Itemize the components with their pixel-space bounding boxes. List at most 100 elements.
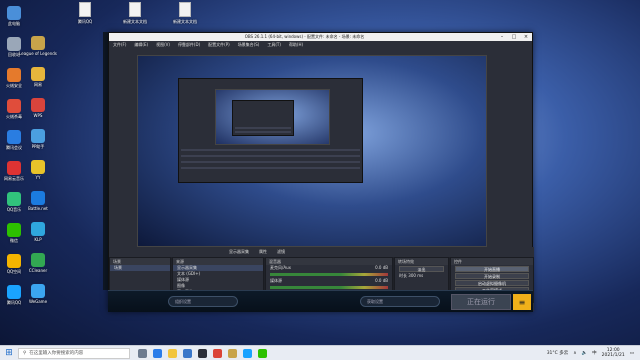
wechat-icon[interactable]	[258, 348, 267, 358]
windows-taskbar: ⊞ ⚲ 在这里输入你要搜索的内容 31°C 多云 ∧ 🔈 中 12:00 202…	[0, 345, 640, 360]
channel-name: 媒体源	[270, 278, 282, 283]
source-toolbar: 显示器采集 属性 滤镜	[109, 247, 534, 257]
start-windows-icon[interactable]: ⊞	[0, 346, 18, 360]
pill-mid-label: 获取设置	[367, 298, 383, 304]
maximize-icon[interactable]: □	[508, 34, 520, 40]
desktop-icon[interactable]: 腾讯会议	[1, 128, 27, 154]
chevron-up-icon[interactable]: ∧	[573, 351, 576, 356]
mixer-channel: 媒体源 0.0 dB	[266, 278, 392, 289]
desktop-icon-label: QQ空间	[6, 269, 22, 274]
desktop-icon[interactable]: WPS	[25, 96, 51, 122]
obs-preview[interactable]	[137, 55, 487, 247]
nested-preview	[215, 89, 330, 145]
mixer-header: 混音器	[266, 258, 392, 265]
control-button[interactable]: 开始录制	[455, 273, 529, 279]
volume-icon[interactable]: 🔈	[582, 351, 588, 356]
search-icon: ⚲	[23, 350, 27, 356]
desktop-icon[interactable]: YY	[25, 158, 51, 184]
menu-item[interactable]: 视图(V)	[156, 42, 170, 48]
desktop-icon-label: 火绒杀毒	[6, 114, 22, 119]
app-icon	[31, 98, 45, 112]
duration-value[interactable]: 300 ms	[408, 273, 423, 278]
pill-left-label: 组织设置	[175, 298, 191, 304]
obs-icon[interactable]	[198, 348, 207, 358]
menu-item[interactable]: 配置文件(P)	[208, 42, 230, 48]
desktop-icon-label: 腾讯会议	[6, 145, 22, 150]
desktop-icon[interactable]: League of Legends	[19, 34, 57, 60]
menu-item[interactable]: 场景集合(S)	[238, 42, 260, 48]
menu-item[interactable]: 工具(T)	[267, 42, 281, 48]
desktop-icon[interactable]: Battle.net	[25, 189, 51, 215]
desktop-icon[interactable]: QQ空间	[1, 252, 27, 278]
app-icon	[7, 192, 21, 206]
store-icon[interactable]	[183, 348, 192, 358]
desktop-icon[interactable]: 微信	[1, 221, 27, 247]
desktop-icon-label: KLP	[34, 237, 42, 242]
desktop-icon-label: WPS	[33, 113, 43, 118]
close-icon[interactable]: ×	[520, 34, 532, 40]
desktop-file[interactable]: 新建文本文档	[120, 2, 150, 25]
desktop-icon[interactable]: KLP	[25, 220, 51, 246]
desktop-icon-label: CCleaner	[28, 268, 48, 273]
qq-icon[interactable]	[243, 348, 252, 358]
minimize-icon[interactable]: –	[496, 34, 508, 40]
control-button[interactable]: 开始直播	[455, 266, 529, 272]
scenes-header: 场景	[110, 258, 170, 265]
clock[interactable]: 12:00 2021/1/21	[602, 348, 625, 358]
desktop-file[interactable]: 腾讯QQ	[70, 2, 100, 25]
menu-item[interactable]: 帮助(H)	[289, 42, 303, 48]
desktop-icon[interactable]: 回收站	[1, 35, 27, 61]
explorer-icon[interactable]	[168, 348, 177, 358]
app-icon	[7, 223, 21, 237]
app-icon	[7, 37, 21, 51]
desktop-icon[interactable]: 网易	[25, 65, 51, 91]
control-button[interactable]: 启动虚拟摄像机	[455, 280, 529, 286]
app-icon	[7, 6, 21, 20]
desktop-icon[interactable]: 腾讯QQ	[1, 283, 27, 309]
hamburger-menu-icon[interactable]: ≡	[513, 294, 531, 310]
desktop-icon[interactable]: WeGame	[25, 282, 51, 308]
clock-date: 2021/1/21	[601, 353, 625, 358]
menu-item[interactable]: 编辑(E)	[134, 42, 148, 48]
desktop-icon[interactable]: 火绒杀毒	[1, 97, 27, 123]
volume-meter[interactable]	[270, 273, 388, 276]
desktop-file[interactable]: 新建文本文档	[170, 2, 200, 25]
task-view-icon[interactable]	[138, 348, 147, 358]
properties-button[interactable]: 属性	[259, 249, 267, 255]
obs-titlebar[interactable]: OBS 26.1.1 (64-bit, windows) - 配置文件: 未命名…	[109, 33, 532, 41]
desktop-icon[interactable]: CCleaner	[25, 251, 51, 277]
scene-item[interactable]: 场景	[110, 265, 170, 271]
organize-settings-pill[interactable]: 组织设置	[168, 296, 238, 307]
lol-icon[interactable]	[228, 348, 237, 358]
file-label: 新建文本文档	[123, 19, 147, 24]
channel-name: 麦克风/Aux	[270, 265, 291, 270]
desktop-icon[interactable]: 火绒安全	[1, 66, 27, 92]
filters-button[interactable]: 滤镜	[277, 249, 285, 255]
weather[interactable]: 31°C 多云	[547, 350, 569, 356]
edge-icon[interactable]	[153, 348, 162, 358]
desktop-icon[interactable]: PP助手	[25, 127, 51, 153]
taskbar-search[interactable]: ⚲ 在这里输入你要搜索的内容	[18, 347, 130, 359]
chrome-icon[interactable]	[213, 348, 222, 358]
desktop-icon[interactable]: QQ音乐	[1, 190, 27, 216]
transition-select[interactable]: 淡出	[399, 266, 444, 272]
menu-item[interactable]: 停靠部件(D)	[178, 42, 200, 48]
ime-indicator[interactable]: 中	[592, 350, 597, 356]
app-icon	[31, 36, 45, 50]
volume-meter[interactable]	[270, 286, 388, 289]
search-placeholder: 在这里输入你要搜索的内容	[29, 351, 84, 356]
transitions-header: 转场特效	[395, 258, 448, 265]
get-settings-pill[interactable]: 获取设置	[360, 296, 440, 307]
desktop-icon-label: 腾讯QQ	[6, 300, 22, 305]
system-tray: 31°C 多云 ∧ 🔈 中 12:00 2021/1/21 ▭	[547, 348, 640, 358]
desktop-icon-label: 微信	[10, 238, 18, 243]
controls-header: 控件	[451, 258, 533, 265]
sources-header: 来源	[173, 258, 263, 265]
menu-item[interactable]: 文件(F)	[113, 42, 126, 48]
app-icon	[7, 254, 21, 268]
notification-icon[interactable]: ▭	[630, 351, 634, 356]
play-button[interactable]: 正在运行	[451, 294, 511, 310]
desktop-icon-label: PP助手	[31, 144, 45, 149]
desktop-icon[interactable]: 此电脑	[1, 4, 27, 30]
desktop-icon[interactable]: 网易云音乐	[1, 159, 27, 185]
